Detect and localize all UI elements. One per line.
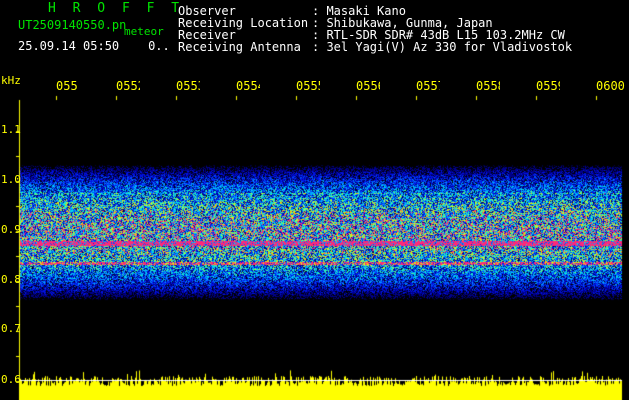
antenna-value: : 3el Yagi(V) Az 330 for Vladivostok [312, 40, 573, 54]
x-tick-9: 0559 [536, 80, 560, 92]
spectrogram-canvas [0, 0, 629, 400]
y-tick-0.7: 0.7 [1, 322, 21, 335]
y-tick-1.0: 1.0 [1, 173, 21, 186]
y-axis-unit: kHz [1, 74, 21, 87]
x-tick-6: 0556 [356, 80, 380, 92]
counter-value: 0.. [148, 39, 170, 53]
app-title: H R O F F T [48, 1, 184, 16]
filename-label: UT2509140550.pn [18, 18, 127, 32]
x-tick-10: 0600 [596, 80, 625, 92]
datetime-label: 25.09.14 05:50 0.. [18, 40, 170, 52]
y-tick-0.6: 0.6 [1, 373, 21, 386]
spectrogram-window: { "header": { "title": "H R O F F T", "f… [0, 0, 629, 400]
x-tick-2: 0552 [116, 80, 140, 92]
x-tick-3: 0553 [176, 80, 200, 92]
antenna-key: Receiving Antenna [178, 40, 301, 54]
datetime-value: 25.09.14 05:50 [18, 39, 120, 53]
x-tick-5: 0555 [296, 80, 320, 92]
y-tick-0.8: 0.8 [1, 273, 21, 286]
x-tick-4: 0554 [236, 80, 260, 92]
x-tick-7: 0557 [416, 80, 440, 92]
y-tick-1.1: 1.1 [1, 123, 21, 136]
meteor-label: meteor [124, 25, 164, 38]
x-tick-8: 0558 [476, 80, 500, 92]
x-tick-1: 055 [56, 80, 78, 92]
y-tick-0.9: 0.9 [1, 223, 21, 236]
